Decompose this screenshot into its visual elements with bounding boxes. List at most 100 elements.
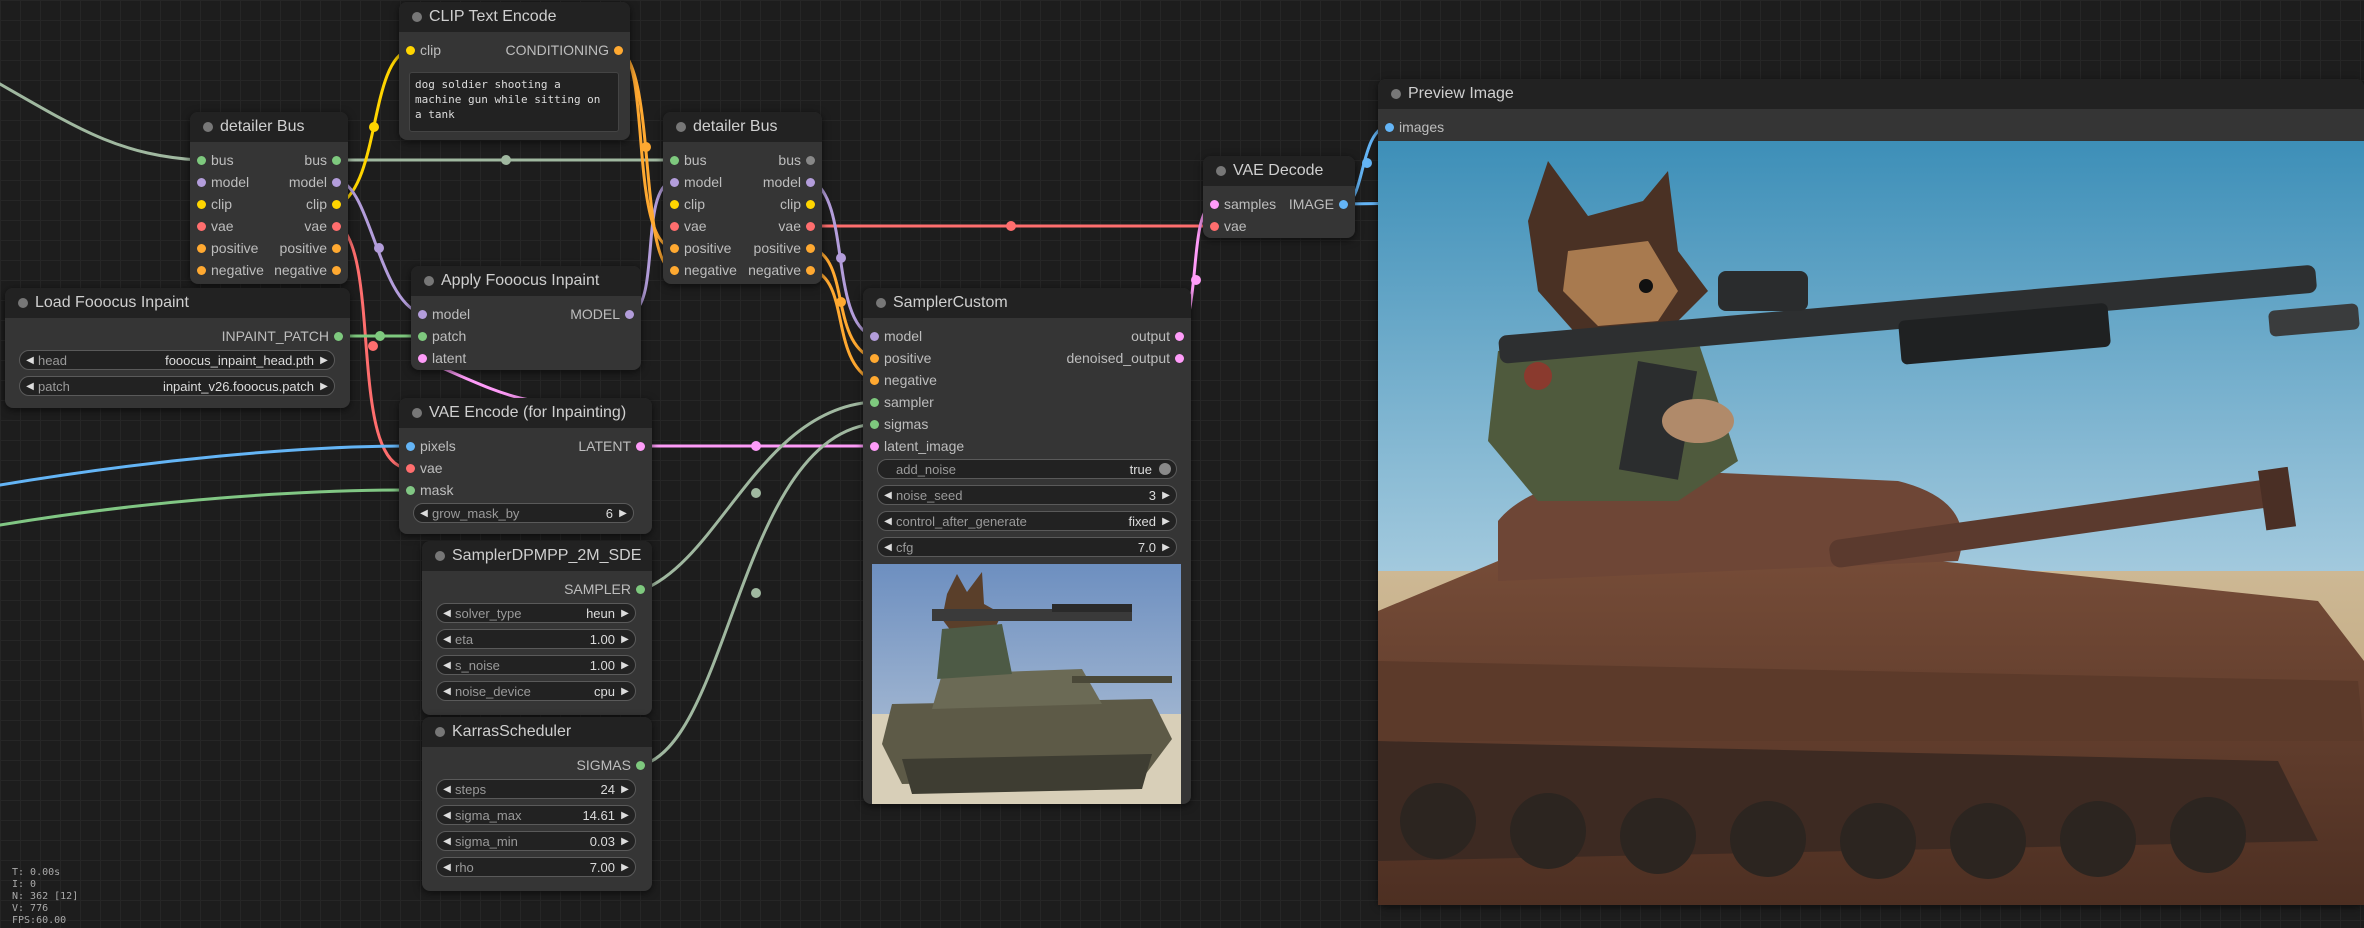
head-combo[interactable]: ◀ head fooocus_inpaint_head.pth ▶: [19, 350, 335, 370]
increment-arrow-icon[interactable]: ▶: [618, 656, 632, 676]
input-negative[interactable]: negative: [670, 260, 737, 280]
slot-dot[interactable]: [197, 178, 206, 187]
slot-dot[interactable]: [418, 332, 427, 341]
input-images[interactable]: images: [1385, 117, 1444, 137]
input-samples[interactable]: samples: [1210, 194, 1276, 214]
cfg-widget[interactable]: ◀ cfg 7.0 ▶: [877, 537, 1177, 557]
sigma-max-widget[interactable]: ◀ sigma_max 14.61 ▶: [436, 805, 636, 825]
decrement-arrow-icon[interactable]: ◀: [440, 656, 454, 676]
input-bus[interactable]: bus: [670, 150, 707, 170]
slot-dot[interactable]: [806, 156, 815, 165]
input-patch[interactable]: patch: [418, 326, 466, 346]
slot-dot[interactable]: [406, 464, 415, 473]
output-image[interactable]: IMAGE: [1289, 194, 1348, 214]
slot-dot[interactable]: [636, 761, 645, 770]
decrement-arrow-icon[interactable]: ◀: [440, 604, 454, 624]
slot-dot[interactable]: [670, 156, 679, 165]
node-title[interactable]: KarrasScheduler: [422, 717, 652, 747]
decrement-arrow-icon[interactable]: ◀: [23, 377, 37, 397]
output-model[interactable]: MODEL: [570, 304, 634, 324]
output-model[interactable]: model: [763, 172, 815, 192]
s-noise-widget[interactable]: ◀ s_noise 1.00 ▶: [436, 655, 636, 675]
detailer-bus-node-2[interactable]: detailer Bus bus model clip vae positive…: [663, 112, 822, 284]
noise-device-widget[interactable]: ◀ noise_device cpu ▶: [436, 681, 636, 701]
patch-combo[interactable]: ◀ patch inpaint_v26.fooocus.patch ▶: [19, 376, 335, 396]
slot-dot[interactable]: [197, 156, 206, 165]
input-positive[interactable]: positive: [197, 238, 258, 258]
slot-dot[interactable]: [636, 442, 645, 451]
slot-dot[interactable]: [670, 222, 679, 231]
increment-arrow-icon[interactable]: ▶: [1159, 512, 1173, 532]
decrement-arrow-icon[interactable]: ◀: [440, 858, 454, 878]
slot-dot[interactable]: [332, 266, 341, 275]
solver-type-widget[interactable]: ◀ solver_type heun ▶: [436, 603, 636, 623]
steps-widget[interactable]: ◀ steps 24 ▶: [436, 779, 636, 799]
slot-dot[interactable]: [1210, 222, 1219, 231]
input-model[interactable]: model: [197, 172, 249, 192]
slot-dot[interactable]: [806, 266, 815, 275]
sampler-dpmpp-node[interactable]: SamplerDPMPP_2M_SDE SAMPLER ◀ solver_type…: [422, 541, 652, 715]
output-negative[interactable]: negative: [748, 260, 815, 280]
increment-arrow-icon[interactable]: ▶: [1159, 538, 1173, 558]
increment-arrow-icon[interactable]: ▶: [618, 682, 632, 702]
decrement-arrow-icon[interactable]: ◀: [440, 682, 454, 702]
input-model[interactable]: model: [418, 304, 470, 324]
slot-dot[interactable]: [332, 244, 341, 253]
output-vae[interactable]: vae: [304, 216, 341, 236]
output-negative[interactable]: negative: [274, 260, 341, 280]
output-vae[interactable]: vae: [778, 216, 815, 236]
input-sampler[interactable]: sampler: [870, 392, 934, 412]
output-output[interactable]: output: [1131, 326, 1184, 346]
slot-dot[interactable]: [670, 266, 679, 275]
decrement-arrow-icon[interactable]: ◀: [440, 780, 454, 800]
prompt-textarea[interactable]: dog soldier shooting a machine gun while…: [409, 72, 619, 132]
output-positive[interactable]: positive: [280, 238, 341, 258]
slot-dot[interactable]: [614, 46, 623, 55]
vae-decode-node[interactable]: VAE Decode samples vae IMAGE: [1203, 156, 1355, 238]
input-latent[interactable]: latent: [418, 348, 466, 368]
increment-arrow-icon[interactable]: ▶: [618, 780, 632, 800]
slot-dot[interactable]: [418, 354, 427, 363]
node-title[interactable]: SamplerDPMPP_2M_SDE: [422, 541, 652, 571]
output-latent[interactable]: LATENT: [578, 436, 645, 456]
increment-arrow-icon[interactable]: ▶: [317, 377, 331, 397]
input-model[interactable]: model: [670, 172, 722, 192]
input-latent-image[interactable]: latent_image: [870, 436, 964, 456]
noise-seed-widget[interactable]: ◀ noise_seed 3 ▶: [877, 485, 1177, 505]
rho-widget[interactable]: ◀ rho 7.00 ▶: [436, 857, 636, 877]
sampler-custom-node[interactable]: SamplerCustom model positive negative sa…: [863, 288, 1191, 804]
increment-arrow-icon[interactable]: ▶: [618, 806, 632, 826]
sigma-min-widget[interactable]: ◀ sigma_min 0.03 ▶: [436, 831, 636, 851]
increment-arrow-icon[interactable]: ▶: [618, 604, 632, 624]
slot-dot[interactable]: [1175, 332, 1184, 341]
input-negative[interactable]: negative: [870, 370, 937, 390]
slot-dot[interactable]: [870, 376, 879, 385]
preview-image-display[interactable]: [1378, 141, 2364, 905]
increment-arrow-icon[interactable]: ▶: [618, 630, 632, 650]
slot-dot[interactable]: [418, 310, 427, 319]
apply-fooocus-inpaint-node[interactable]: Apply Fooocus Inpaint model patch latent…: [411, 266, 641, 370]
input-bus[interactable]: bus: [197, 150, 234, 170]
slot-dot[interactable]: [197, 222, 206, 231]
slot-dot[interactable]: [197, 266, 206, 275]
output-positive[interactable]: positive: [754, 238, 815, 258]
slot-dot[interactable]: [332, 156, 341, 165]
increment-arrow-icon[interactable]: ▶: [618, 858, 632, 878]
increment-arrow-icon[interactable]: ▶: [317, 351, 331, 371]
slot-dot[interactable]: [870, 442, 879, 451]
output-bus[interactable]: bus: [304, 150, 341, 170]
input-positive[interactable]: positive: [670, 238, 731, 258]
node-title[interactable]: Load Fooocus Inpaint: [5, 288, 350, 318]
decrement-arrow-icon[interactable]: ◀: [881, 512, 895, 532]
node-title[interactable]: VAE Decode: [1203, 156, 1355, 186]
node-title[interactable]: detailer Bus: [190, 112, 348, 142]
slot-dot[interactable]: [670, 244, 679, 253]
vae-encode-inpaint-node[interactable]: VAE Encode (for Inpainting) pixels vae m…: [399, 398, 652, 534]
slot-dot[interactable]: [870, 420, 879, 429]
output-clip[interactable]: clip: [306, 194, 341, 214]
decrement-arrow-icon[interactable]: ◀: [440, 806, 454, 826]
preview-image-node[interactable]: Preview Image images: [1378, 79, 2364, 905]
karras-scheduler-node[interactable]: KarrasScheduler SIGMAS ◀ steps 24 ▶ ◀ sigma_…: [422, 717, 652, 891]
slot-dot[interactable]: [1339, 200, 1348, 209]
input-pixels[interactable]: pixels: [406, 436, 456, 456]
